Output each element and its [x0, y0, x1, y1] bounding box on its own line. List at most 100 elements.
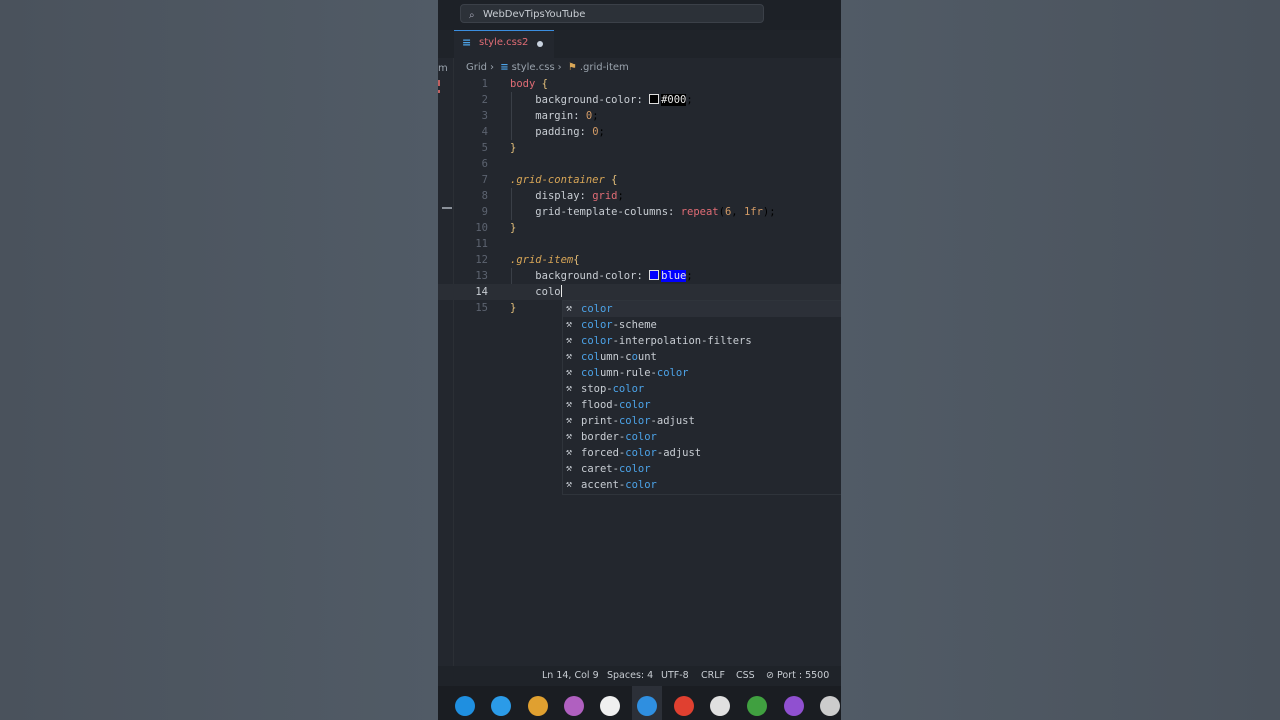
background-left [0, 0, 438, 720]
code-text: display: grid; [535, 190, 624, 202]
app-purple-icon[interactable] [564, 696, 584, 716]
suggestion-label: column-rule-color [581, 367, 689, 379]
suggestion-item[interactable]: ⚒ print-color-adjust [563, 413, 841, 429]
sidebar-partial-text: m [438, 63, 448, 74]
suggestion-item[interactable]: ⚒ caret-color [563, 461, 841, 477]
code-line[interactable]: 7 .grid-container { [438, 172, 841, 188]
line-number: 2 [481, 94, 488, 106]
settings-icon[interactable] [820, 696, 840, 716]
line-number: 7 [481, 174, 488, 186]
cursor-position[interactable]: Ln 14, Col 9 [542, 666, 599, 686]
language-mode[interactable]: CSS [736, 666, 755, 686]
suggestion-label: flood-color [581, 399, 651, 411]
css-file-icon: ≡ [500, 62, 509, 73]
vscode-icon[interactable] [637, 696, 657, 716]
property-icon: ⚒ [566, 335, 573, 346]
code-text: grid-template-columns: repeat(6, 1fr); [535, 206, 776, 218]
suggestion-item[interactable]: ⚒ flood-color [563, 397, 841, 413]
suggestion-item[interactable]: ⚒ border-color [563, 429, 841, 445]
suggestion-item[interactable]: ⚒ color-scheme [563, 317, 841, 333]
broadcast-icon: ⊘ [766, 670, 774, 681]
property-icon: ⚒ [566, 479, 573, 490]
code-line[interactable]: 13 background-color: blue; [438, 268, 841, 284]
suggestion-item[interactable]: ⚒ stop-color [563, 381, 841, 397]
code-text: body { [510, 78, 548, 90]
end-of-line[interactable]: CRLF [701, 666, 725, 686]
property-icon: ⚒ [566, 319, 573, 330]
code-text: } [510, 302, 517, 314]
unsaved-dot-icon[interactable] [537, 41, 543, 47]
code-line[interactable]: 12 .grid-item{ [438, 252, 841, 268]
code-line[interactable]: 5} [438, 140, 841, 156]
title-bar: ⌕ WebDevTipsYouTube [438, 0, 841, 30]
code-text: .grid-item{ [510, 254, 580, 266]
code-line[interactable]: 10} [438, 220, 841, 236]
code-text: background-color: blue; [535, 270, 693, 282]
property-icon: ⚒ [566, 415, 573, 426]
line-number: 6 [481, 158, 488, 170]
code-text: padding: 0; [535, 126, 605, 138]
background-right [841, 0, 1280, 720]
live-server-port[interactable]: ⊘ Port : 5500 [766, 666, 829, 686]
suggestion-item[interactable]: ⚒ forced-color-adjust [563, 445, 841, 461]
status-bar: Ln 14, Col 9 Spaces: 4 UTF-8 CRLF CSS ⊘ … [438, 666, 841, 686]
line-number: 4 [481, 126, 488, 138]
line-number: 1 [481, 78, 488, 90]
code-line[interactable]: 11 [438, 236, 841, 252]
suggestion-item[interactable]: ⚒ column-rule-color [563, 365, 841, 381]
code-line[interactable]: 14 colo [438, 284, 841, 300]
indentation[interactable]: Spaces: 4 [607, 666, 653, 686]
property-icon: ⚒ [566, 447, 573, 458]
code-line[interactable]: 9 grid-template-columns: repeat(6, 1fr); [438, 204, 841, 220]
suggestion-label: forced-color-adjust [581, 447, 702, 459]
code-text: background-color: #000; [535, 94, 693, 106]
suggestion-item[interactable]: ⚒ accent-color [563, 477, 841, 493]
code-text: colo [535, 285, 562, 298]
vscode-window: ⌕ WebDevTipsYouTube ≡ style.css 2 m Grid ›… [438, 0, 841, 720]
property-icon: ⚒ [566, 463, 573, 474]
code-text: .grid-container { [510, 174, 618, 186]
chevron-right-icon: › [490, 62, 494, 73]
property-icon: ⚒ [566, 399, 573, 410]
encoding[interactable]: UTF-8 [661, 666, 689, 686]
code-line[interactable]: 1 body { [438, 76, 841, 92]
chrome-2-icon[interactable] [674, 696, 694, 716]
css-file-icon: ≡ [462, 36, 472, 49]
clapper-icon[interactable] [784, 696, 804, 716]
code-text: margin: 0; [535, 110, 599, 122]
suggestion-label: column-count [581, 351, 657, 363]
code-line[interactable]: 2 background-color: #000; [438, 92, 841, 108]
chrome-icon[interactable] [528, 696, 548, 716]
code-line[interactable]: 6 [438, 156, 841, 172]
symbol-class-icon: ⚑ [567, 62, 577, 73]
chrome-3-icon[interactable] [747, 696, 767, 716]
breadcrumb: Grid › ≡ style.css › ⚑ .grid-item [466, 62, 632, 73]
breadcrumb-folder[interactable]: Grid [466, 62, 487, 73]
suggestion-label: border-color [581, 431, 657, 443]
search-icon: ⌕ [469, 10, 475, 21]
whatsapp-icon[interactable] [710, 696, 730, 716]
chevron-right-icon: › [557, 62, 562, 73]
line-number: 5 [481, 142, 488, 154]
breadcrumb-symbol[interactable]: .grid-item [580, 62, 629, 73]
autocomplete-suggestions[interactable]: ⚒ color ⚒ color-scheme ⚒ color-interpolation-… [562, 300, 841, 495]
suggestion-label: color-interpolation-filters [581, 335, 752, 347]
property-icon: ⚒ [566, 351, 573, 362]
line-number: 9 [481, 206, 488, 218]
port-label: Port : 5500 [777, 670, 830, 681]
edge-icon[interactable] [455, 696, 475, 716]
suggestion-label: color [581, 303, 613, 315]
suggestion-item[interactable]: ⚒ color-interpolation-filters [563, 333, 841, 349]
suggestion-item[interactable]: ⚒ column-count [563, 349, 841, 365]
code-line[interactable]: 3 margin: 0; [438, 108, 841, 124]
cortana-icon[interactable] [491, 696, 511, 716]
line-number: 13 [475, 270, 488, 282]
command-center-search[interactable]: ⌕ WebDevTipsYouTube [460, 4, 764, 23]
code-line[interactable]: 4 padding: 0; [438, 124, 841, 140]
code-line[interactable]: 8 display: grid; [438, 188, 841, 204]
suggestion-item[interactable]: ⚒ color [563, 301, 841, 317]
breadcrumb-file[interactable]: style.css [512, 62, 555, 73]
line-number: 8 [481, 190, 488, 202]
app-white-icon[interactable] [600, 696, 620, 716]
line-number: 10 [475, 222, 488, 234]
